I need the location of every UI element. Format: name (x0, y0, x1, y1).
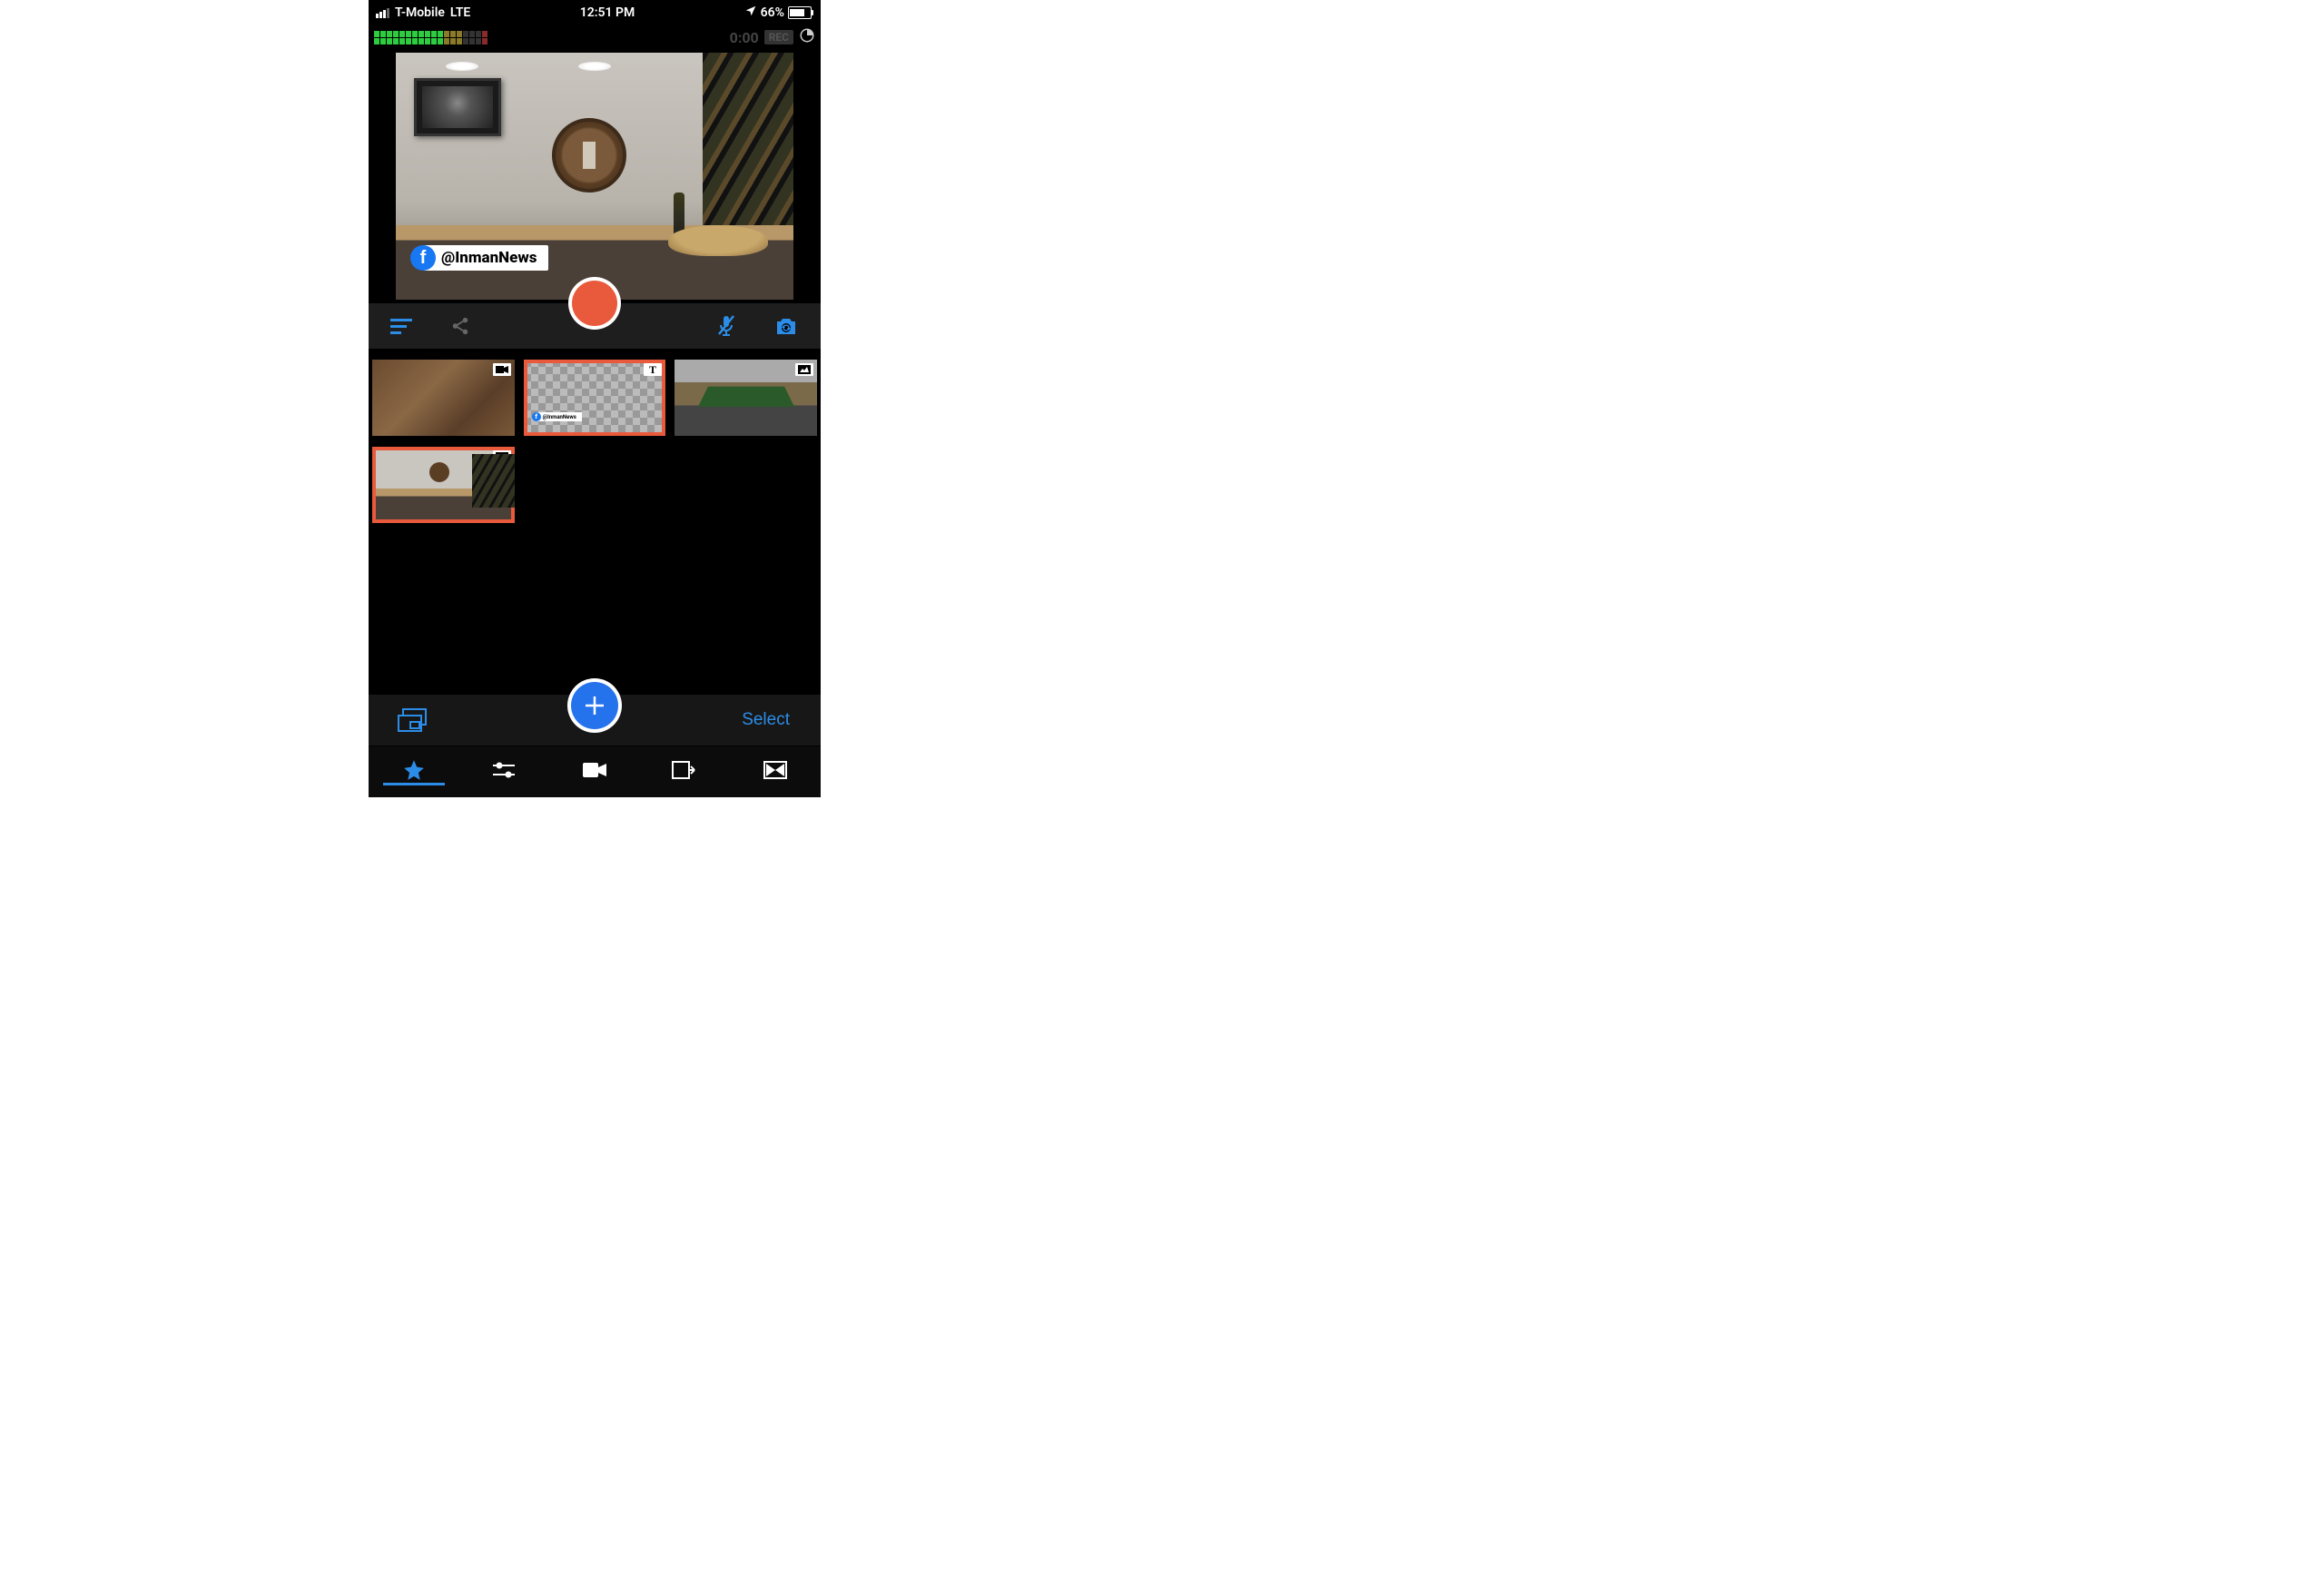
star-icon (402, 758, 426, 782)
clip-item-4[interactable] (372, 447, 515, 523)
clip-item-2[interactable]: T f @InmanNews (524, 360, 666, 436)
clip-action-bar: Select (369, 694, 821, 746)
facebook-icon: f (532, 412, 541, 421)
flip-camera-icon (773, 315, 799, 337)
camera-preview[interactable]: f @InmanNews (369, 49, 821, 303)
tab-settings[interactable] (459, 756, 550, 784)
carrier-label: T-Mobile (395, 5, 445, 20)
share-icon (450, 316, 470, 336)
clip-grid: T f @InmanNews (369, 349, 821, 534)
video-camera-icon (582, 761, 607, 779)
mini-handle-text: @InmanNews (543, 414, 576, 420)
clip-item-3[interactable] (675, 360, 817, 436)
menu-icon (390, 317, 414, 335)
mini-social-overlay: f @InmanNews (537, 412, 582, 421)
hourglass-icon (763, 761, 787, 779)
pip-layout-icon (398, 708, 427, 732)
clock-label: 12:51 PM (580, 5, 635, 20)
share-button[interactable] (447, 312, 474, 340)
add-clip-button[interactable] (567, 678, 622, 733)
select-button[interactable]: Select (736, 709, 795, 731)
clock-progress-icon (799, 27, 815, 47)
tab-export[interactable] (640, 755, 731, 785)
rec-indicator: REC (764, 30, 793, 44)
export-icon (672, 759, 699, 781)
mic-muted-icon (715, 314, 737, 338)
status-bar: T-Mobile LTE 12:51 PM 66% (369, 0, 821, 25)
tab-record[interactable] (549, 757, 640, 783)
record-timer: 0:00 (730, 29, 759, 46)
signal-strength-icon (376, 8, 389, 18)
tab-transitions[interactable] (730, 757, 821, 783)
video-type-icon (493, 363, 511, 376)
preview-content: f @InmanNews (396, 53, 793, 300)
layers-button[interactable] (394, 705, 430, 736)
text-type-icon: T (644, 363, 662, 376)
mic-mute-button[interactable] (712, 311, 741, 341)
image-type-icon (795, 363, 813, 376)
battery-icon (788, 6, 812, 19)
tab-favorites[interactable] (369, 755, 459, 785)
bottom-tab-bar (369, 746, 821, 797)
facebook-icon: f (410, 245, 436, 271)
svg-text:T: T (649, 364, 656, 375)
record-button[interactable] (568, 277, 621, 330)
flip-camera-button[interactable] (770, 311, 803, 341)
social-handle-overlay: f @InmanNews (423, 245, 548, 271)
recording-status-bar: 0:00 REC (369, 25, 821, 49)
phone-frame: T-Mobile LTE 12:51 PM 66% (369, 0, 821, 797)
sliders-icon (491, 760, 517, 780)
plus-icon (581, 692, 608, 719)
clip-item-1[interactable] (372, 360, 515, 436)
audio-level-meter (374, 31, 487, 44)
network-label: LTE (450, 5, 470, 20)
image-type-icon (493, 450, 511, 463)
battery-pct-label: 66% (761, 5, 784, 20)
overlay-handle-text: @InmanNews (441, 249, 537, 267)
location-icon (744, 5, 757, 21)
menu-button[interactable] (387, 313, 418, 339)
